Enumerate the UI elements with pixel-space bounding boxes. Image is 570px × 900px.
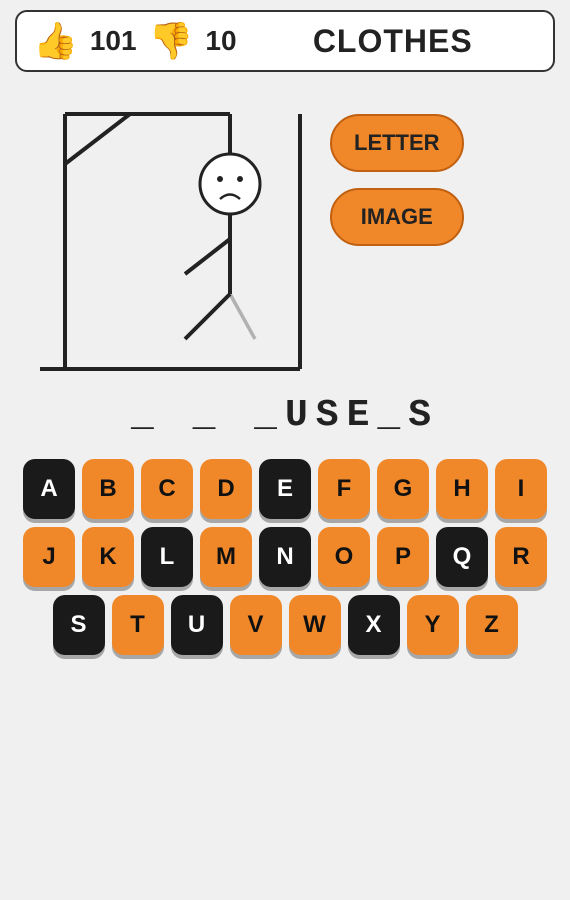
hangman-drawing	[10, 84, 320, 384]
key-c[interactable]: C	[141, 459, 193, 519]
key-r[interactable]: R	[495, 527, 547, 587]
category-label: CLOTHES	[313, 23, 473, 60]
key-w[interactable]: W	[289, 595, 341, 655]
key-f[interactable]: F	[318, 459, 370, 519]
game-area: LETTER IMAGE	[0, 84, 570, 384]
key-z[interactable]: Z	[466, 595, 518, 655]
key-h[interactable]: H	[436, 459, 488, 519]
keyboard-row-2: JKLMNOPQR	[23, 527, 547, 587]
key-q[interactable]: Q	[436, 527, 488, 587]
letter-hint-button[interactable]: LETTER	[330, 114, 464, 172]
key-d[interactable]: D	[200, 459, 252, 519]
thumbs-up-icon: 👍	[33, 20, 78, 62]
keyboard: ABCDEFGHI JKLMNOPQR STUVWXYZ	[23, 459, 547, 655]
key-l[interactable]: L	[141, 527, 193, 587]
keyboard-row-1: ABCDEFGHI	[23, 459, 547, 519]
key-i[interactable]: I	[495, 459, 547, 519]
key-v[interactable]: V	[230, 595, 282, 655]
image-hint-button[interactable]: IMAGE	[330, 188, 464, 246]
key-o[interactable]: O	[318, 527, 370, 587]
word-letters: _ _ _USE_S	[131, 394, 439, 437]
key-x[interactable]: X	[348, 595, 400, 655]
key-s[interactable]: S	[53, 595, 105, 655]
key-j[interactable]: J	[23, 527, 75, 587]
keyboard-row-3: STUVWXYZ	[53, 595, 518, 655]
thumbs-down-icon: 👎	[149, 20, 194, 62]
key-m[interactable]: M	[200, 527, 252, 587]
key-u[interactable]: U	[171, 595, 223, 655]
key-a[interactable]: A	[23, 459, 75, 519]
key-b[interactable]: B	[82, 459, 134, 519]
key-y[interactable]: Y	[407, 595, 459, 655]
key-n[interactable]: N	[259, 527, 311, 587]
key-t[interactable]: T	[112, 595, 164, 655]
hangman-container	[10, 84, 320, 384]
dislikes-count: 10	[205, 25, 236, 57]
word-display: _ _ _USE_S	[131, 394, 439, 437]
hint-buttons: LETTER IMAGE	[330, 114, 464, 246]
key-e[interactable]: E	[259, 459, 311, 519]
top-bar: 👍 101 👎 10 CLOTHES	[15, 10, 555, 72]
key-k[interactable]: K	[82, 527, 134, 587]
key-g[interactable]: G	[377, 459, 429, 519]
key-p[interactable]: P	[377, 527, 429, 587]
likes-count: 101	[90, 25, 137, 57]
